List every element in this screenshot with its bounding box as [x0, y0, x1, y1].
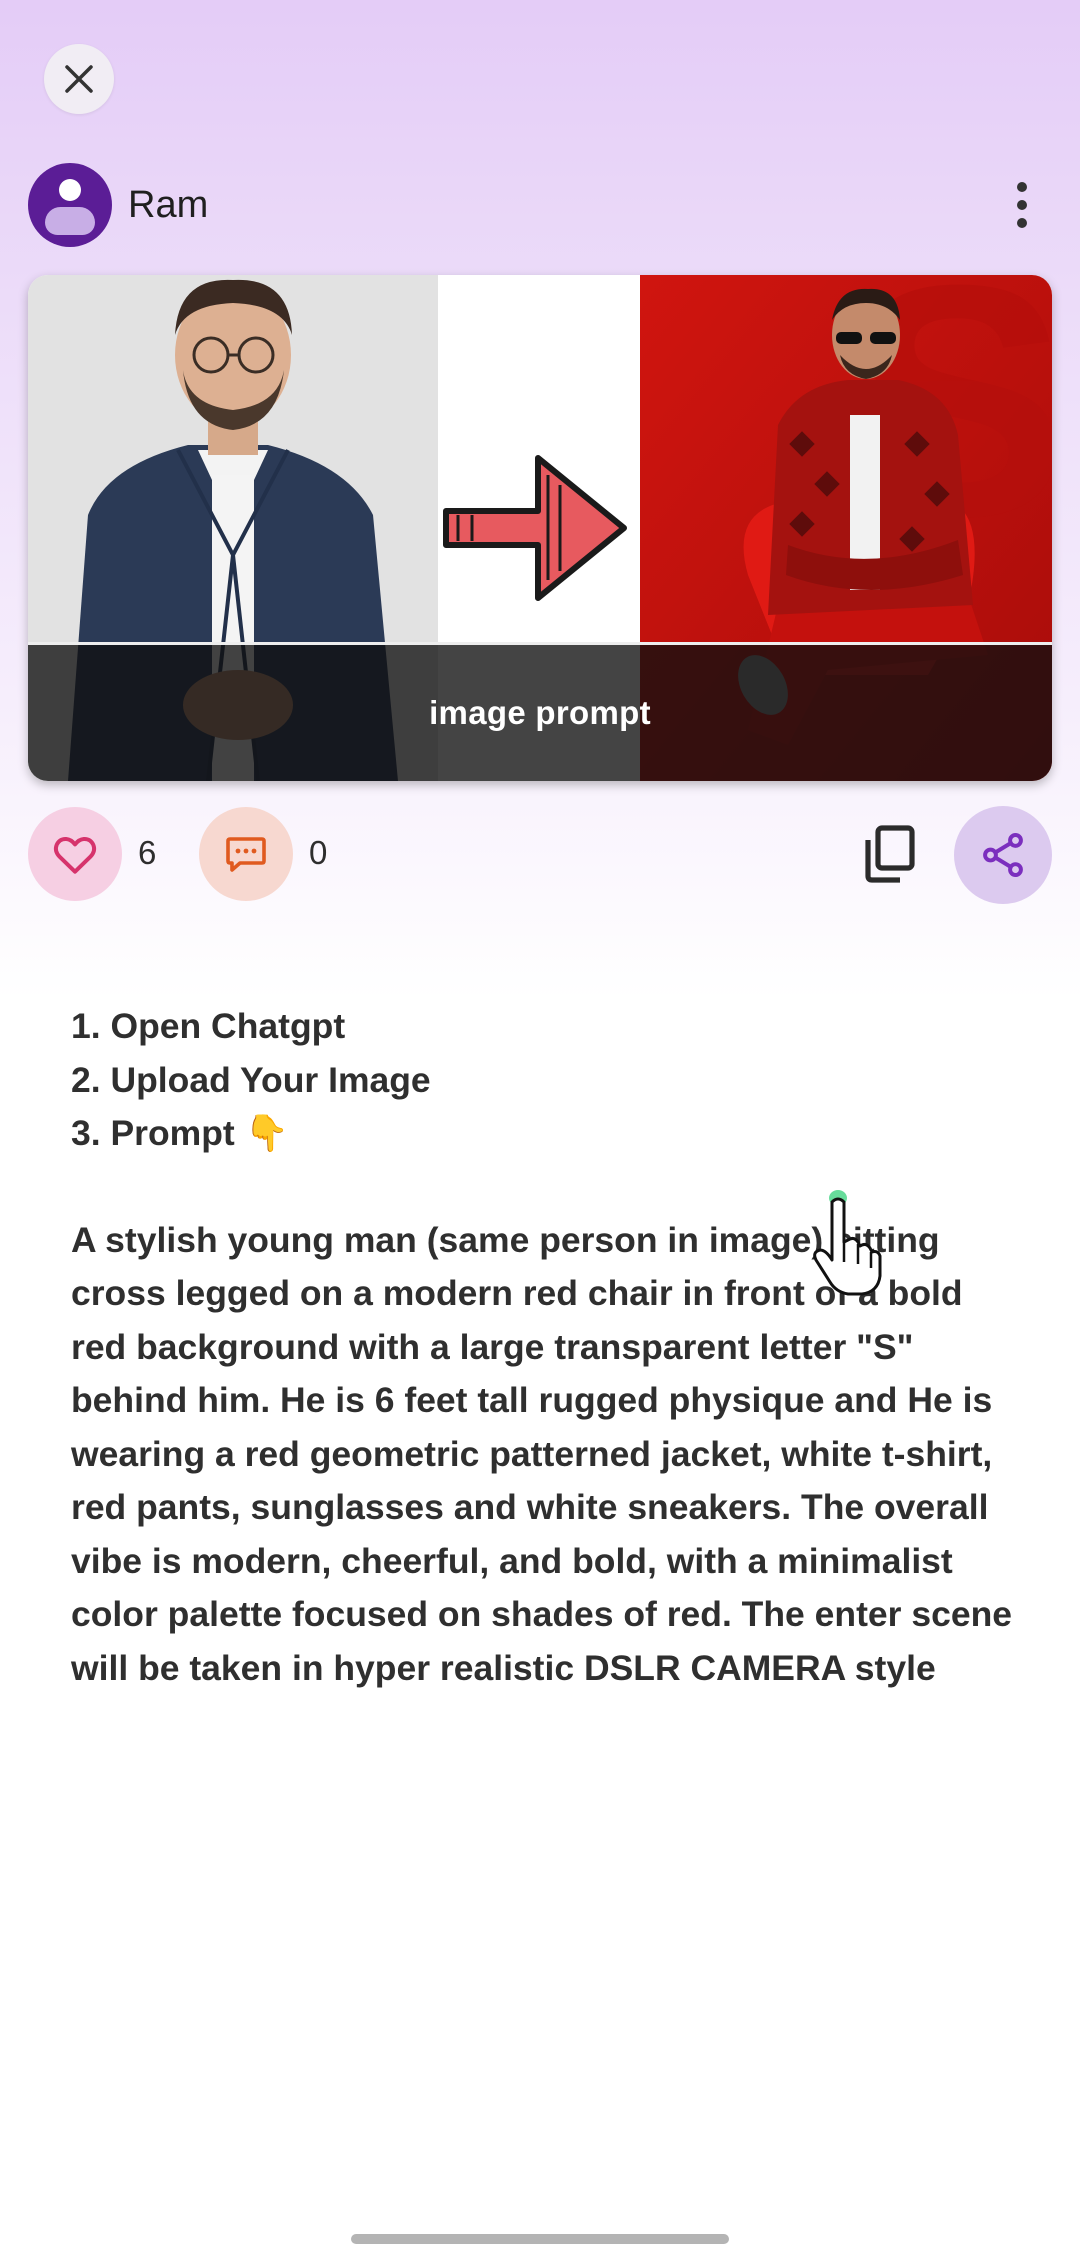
image-caption: image prompt — [28, 642, 1052, 781]
copy-icon — [865, 825, 915, 883]
post-description: 1. Open Chatgpt 2. Upload Your Image 3. … — [71, 1000, 1016, 1695]
copy-button[interactable] — [857, 821, 923, 887]
steps-list: 1. Open Chatgpt 2. Upload Your Image 3. … — [71, 1000, 1016, 1161]
more-vert-icon — [1017, 182, 1027, 192]
more-options-button[interactable] — [992, 170, 1052, 240]
step-item: 3. Prompt 👇 — [71, 1113, 289, 1153]
step-item: 2. Upload Your Image — [71, 1059, 431, 1100]
post-author-row: Ram — [28, 162, 1052, 248]
like-button[interactable] — [28, 807, 122, 901]
comment-button[interactable] — [199, 807, 293, 901]
hand-pointer-icon — [813, 1190, 882, 1296]
heart-icon — [53, 837, 97, 874]
step-item: 1. Open Chatgpt — [71, 1006, 346, 1046]
like-count: 6 — [138, 834, 157, 871]
post-image[interactable]: S image pr — [28, 275, 1052, 781]
home-indicator[interactable] — [351, 2234, 729, 2244]
comment-count: 0 — [309, 834, 328, 871]
post-action-bar: 6 0 — [28, 806, 1052, 904]
share-icon — [983, 833, 1023, 877]
close-icon — [65, 65, 93, 93]
share-button[interactable] — [954, 806, 1052, 904]
chat-bubble-icon — [226, 837, 266, 872]
avatar[interactable] — [28, 163, 112, 247]
author-name[interactable]: Ram — [128, 184, 992, 227]
person-icon — [59, 179, 81, 201]
close-button[interactable] — [44, 44, 114, 114]
